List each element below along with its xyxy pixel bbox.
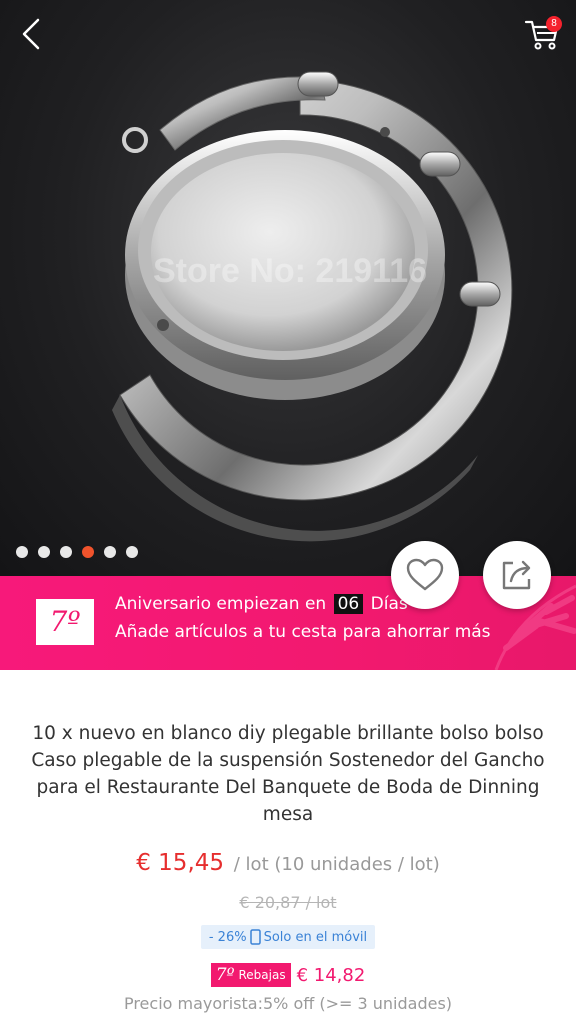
product-image-gallery[interactable]: Store No: 219116 8 bbox=[0, 0, 576, 576]
mobile-discount-tag: - 26% Solo en el móvil bbox=[200, 925, 376, 949]
sale-badge: 7º Rebajas bbox=[210, 963, 291, 987]
wholesale-price-info: Precio mayorista:5% off (>= 3 unidades) bbox=[123, 994, 453, 1013]
price-unit: / lot (10 unidades / lot) bbox=[233, 854, 440, 875]
back-button[interactable] bbox=[14, 14, 54, 54]
product-title: 10 x nuevo en blanco diy plegable brilla… bbox=[31, 723, 545, 825]
sale-badge-label: Rebajas bbox=[238, 968, 286, 982]
heart-icon bbox=[406, 558, 444, 591]
gallery-dot[interactable] bbox=[16, 546, 28, 558]
product-photo: Store No: 219116 bbox=[112, 71, 513, 542]
promo-subtext: Añade artículos a tu cesta para ahorrar … bbox=[115, 622, 491, 642]
favorite-button[interactable] bbox=[391, 541, 459, 609]
gallery-dot[interactable] bbox=[38, 546, 50, 558]
discount-percent: - 26% bbox=[208, 929, 247, 945]
cart-count-badge: 8 bbox=[546, 16, 562, 32]
original-price: € 20,87 / lot bbox=[239, 893, 337, 912]
watermark-text: Store No: 219116 bbox=[153, 252, 427, 290]
share-button[interactable] bbox=[483, 541, 551, 609]
current-price: € 15,45 bbox=[136, 850, 225, 876]
gallery-dot[interactable] bbox=[104, 546, 116, 558]
chevron-left-icon bbox=[22, 18, 40, 50]
sale-price: € 14,82 bbox=[296, 964, 366, 986]
promo-text-before: Aniversario empiezan en bbox=[115, 594, 327, 614]
anniversary-logo: 7º bbox=[36, 599, 94, 645]
days-count: 06 bbox=[333, 594, 364, 614]
sale-badge-number: 7º bbox=[215, 965, 235, 985]
price-row: € 15,45 / lot (10 unidades / lot) bbox=[0, 850, 576, 876]
promo-countdown-text: Aniversario empiezan en 06 Días bbox=[115, 594, 408, 614]
gallery-pagination bbox=[16, 546, 138, 558]
anniversary-sale-row: 7º Rebajas € 14,82 bbox=[0, 963, 576, 987]
gallery-dot[interactable] bbox=[126, 546, 138, 558]
share-icon bbox=[502, 560, 531, 590]
gallery-dot-active[interactable] bbox=[82, 546, 94, 558]
cart-button[interactable]: 8 bbox=[522, 14, 562, 54]
gallery-dot[interactable] bbox=[60, 546, 72, 558]
mobile-phone-icon bbox=[249, 929, 261, 945]
mobile-only-label: Solo en el móvil bbox=[263, 929, 368, 945]
